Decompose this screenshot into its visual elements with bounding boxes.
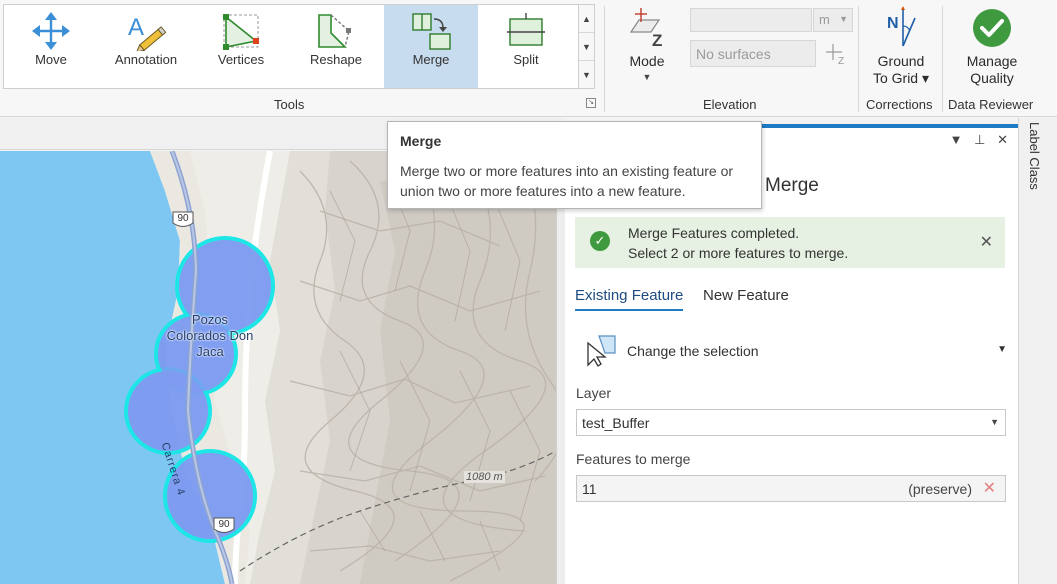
group-separator (942, 6, 943, 112)
mode-label: Mode (629, 53, 665, 69)
remove-feature-icon[interactable]: ✕ (983, 478, 996, 498)
features-to-merge-label: Features to merge (576, 451, 691, 467)
svg-text:N: N (887, 15, 899, 32)
merge-tooltip: Merge Merge two or more features into an… (387, 121, 762, 209)
gallery-up-icon[interactable]: ▲ (579, 5, 594, 33)
route-shield-bottom-label: 90 (218, 519, 230, 530)
reshape-icon (318, 14, 351, 48)
elevation-group-label: Elevation (703, 97, 757, 112)
change-selection-label: Change the selection (627, 343, 759, 359)
place-label: Pozos Colorados Don Jaca (140, 312, 280, 360)
vertices-label: Vertices (217, 52, 265, 67)
layer-dropdown-icon: ▼ (990, 417, 999, 427)
preserve-tag: (preserve) (908, 481, 972, 497)
label-class-tab[interactable]: Label Class (1027, 122, 1042, 190)
move-icon (32, 12, 70, 50)
elevation-unit-label: m (819, 12, 830, 27)
change-selection-row[interactable]: Change the selection ▼ (575, 331, 1007, 371)
split-label: Split (513, 52, 539, 67)
dismiss-message-icon[interactable]: ✕ (980, 232, 993, 252)
reshape-label: Reshape (309, 52, 363, 67)
place-label-line-1: Pozos (191, 312, 229, 327)
side-dock: Label Class (1018, 118, 1057, 584)
annotation-label: Annotation (114, 52, 178, 67)
pane-menu-icon[interactable]: ▼ (950, 132, 963, 147)
check-icon (973, 9, 1011, 47)
pin-icon[interactable]: ⊥ (974, 132, 985, 147)
tab-new-feature[interactable]: New Feature (703, 287, 789, 304)
features-count: 11 (582, 481, 597, 497)
vertices-button[interactable]: Vertices (194, 5, 288, 88)
corrections-group-label: Corrections (866, 97, 933, 112)
gallery-expand-icon[interactable]: ▼ (579, 61, 594, 89)
layer-select[interactable]: test_Buffer ▼ (576, 409, 1006, 436)
select-cursor-icon (587, 335, 616, 367)
success-check-icon: ✓ (590, 231, 610, 251)
map-splitter[interactable] (556, 151, 565, 584)
gallery-down-icon[interactable]: ▼ (579, 33, 594, 61)
annotation-button[interactable]: A Annotation (99, 5, 193, 88)
merge-button[interactable]: Merge (384, 5, 478, 88)
dialog-launcher-icon[interactable]: ↘ (586, 98, 596, 108)
contour-label: 1080 m (464, 471, 505, 483)
manage-quality-button[interactable]: Manage Quality (950, 6, 1034, 96)
group-separator (858, 6, 859, 112)
ground-to-grid-button[interactable]: N Ground To Grid ▾ (865, 6, 937, 96)
tooltip-body: Merge two or more features into an exist… (400, 163, 734, 199)
unit-dropdown-icon: ▼ (839, 14, 848, 24)
split-button[interactable]: Split (479, 5, 573, 88)
merge-icon (412, 13, 451, 50)
map-view[interactable]: 90 90 Pozos Colorados Don Jaca Carrera 4… (0, 151, 556, 584)
route-shield-top-label: 90 (177, 213, 189, 224)
surface-select[interactable]: No surfaces (690, 40, 816, 67)
mode-dropdown-icon: ▼ (642, 72, 652, 82)
tools-gallery: Move A Annotation Vertices Reshape Merge… (3, 4, 579, 89)
tooltip-title: Merge (400, 133, 442, 149)
annotation-icon: A (128, 14, 167, 51)
selection-dropdown-icon[interactable]: ▼ (997, 344, 1007, 355)
app-window: { "ribbon": { "tools": [ {"label": "Move… (0, 0, 1057, 584)
ribbon: Move A Annotation Vertices Reshape Merge… (0, 0, 1057, 117)
ground-to-grid-label: Ground To Grid ▾ (872, 53, 930, 86)
message-line-1: Merge Features completed. (628, 225, 800, 241)
split-icon (507, 13, 545, 46)
gallery-scroller: ▲ ▼ ▼ (578, 4, 595, 89)
move-button[interactable]: Move (4, 5, 98, 88)
merge-label: Merge (412, 52, 450, 67)
tab-existing-feature[interactable]: Existing Feature (575, 287, 684, 311)
pane-title: Merge (765, 175, 819, 196)
move-label: Move (35, 52, 67, 67)
manage-quality-label: Manage Quality (966, 53, 1018, 86)
close-icon[interactable]: ✕ (997, 132, 1008, 147)
get-z-icon[interactable]: Z (824, 42, 848, 66)
ground-to-grid-icon: N (887, 6, 916, 47)
elevation-unit-select[interactable]: m ▼ (813, 8, 853, 32)
layer-value: test_Buffer (582, 415, 650, 431)
svg-text:A: A (128, 14, 144, 41)
features-to-merge-row[interactable]: 11 (preserve) ✕ (576, 475, 1006, 502)
message-line-2: Select 2 or more features to merge. (628, 245, 849, 261)
svg-text:Z: Z (838, 56, 844, 66)
elevation-value-field[interactable] (690, 8, 812, 32)
data-reviewer-group-label: Data Reviewer (948, 97, 1034, 112)
layer-label: Layer (576, 385, 612, 401)
place-label-line-3: Jaca (196, 344, 224, 359)
tools-group-label: Tools (274, 97, 305, 112)
elevation-mode-button[interactable]: Z Mode ▼ (618, 6, 676, 90)
success-message: ✓ Merge Features completed. Select 2 or … (575, 217, 1005, 268)
svg-text:Z: Z (652, 31, 662, 48)
group-separator (604, 6, 605, 112)
vertices-icon (223, 14, 259, 50)
hillshade-terrain (250, 151, 556, 584)
reshape-button[interactable]: Reshape (289, 5, 383, 88)
map-canvas[interactable] (0, 151, 556, 584)
place-label-line-2: Colorados Don (166, 328, 254, 343)
pane-controls: ▼ ⊥ ✕ (942, 132, 1008, 148)
elevation-mode-icon: Z (629, 8, 662, 48)
